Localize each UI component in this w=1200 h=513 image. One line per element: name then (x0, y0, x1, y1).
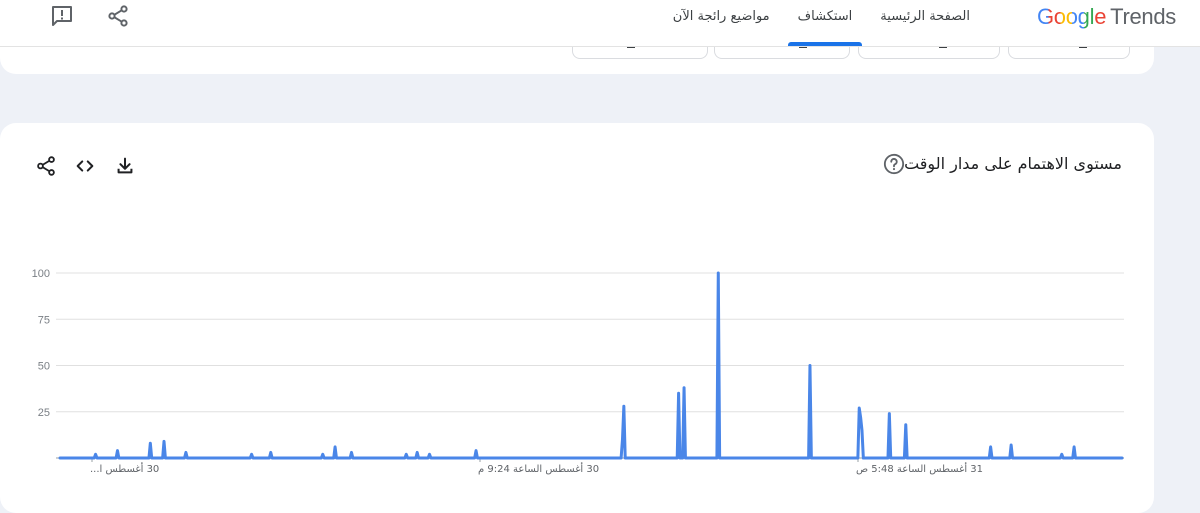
card-title: مستوى الاهتمام على مدار الوقت (904, 154, 1122, 173)
nav-trending-now[interactable]: مواضيع رائجة الآن (659, 0, 784, 46)
main-nav: الصفحة الرئيسية استكشاف مواضيع رائجة الآ… (659, 0, 984, 46)
logo-google: Google (1036, 4, 1107, 29)
logo-trends: Trends (1110, 4, 1176, 29)
nav-explore[interactable]: استكشاف (784, 0, 867, 46)
interest-over-time-card (0, 123, 1154, 513)
feedback-icon[interactable] (50, 4, 74, 28)
nav-home-label: الصفحة الرئيسية (880, 9, 970, 24)
google-trends-logo[interactable]: Google Trends (1037, 4, 1176, 32)
embed-icon[interactable] (74, 155, 96, 177)
nav-explore-label: استكشاف (797, 9, 853, 24)
share-icon[interactable] (106, 4, 130, 28)
download-icon[interactable] (114, 155, 136, 177)
share-icon[interactable] (35, 155, 57, 177)
nav-trending-label: مواضيع رائجة الآن (672, 9, 770, 24)
help-icon[interactable] (883, 153, 905, 175)
nav-home[interactable]: الصفحة الرئيسية (866, 0, 984, 46)
top-app-bar: Google Trends الصفحة الرئيسية استكشاف موا… (0, 0, 1200, 47)
